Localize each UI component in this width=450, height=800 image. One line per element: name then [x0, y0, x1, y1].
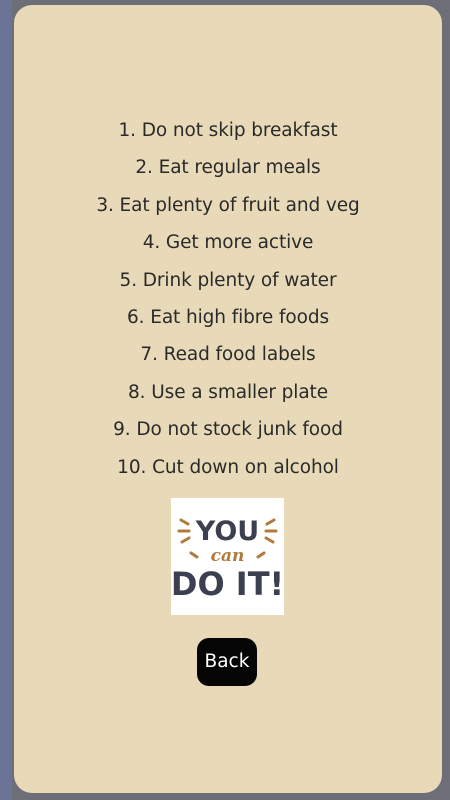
tip-item: 9. Do not stock junk food	[113, 419, 343, 441]
tips-list: 1. Do not skip breakfast 2. Eat regular …	[14, 118, 442, 492]
tip-item: 3. Eat plenty of fruit and veg	[96, 194, 360, 216]
badge-line3: DO IT!	[171, 565, 284, 603]
device-frame: 1. Do not skip breakfast 2. Eat regular …	[0, 0, 450, 800]
tip-item: 2. Eat regular meals	[135, 157, 321, 179]
tip-item: 7. Read food labels	[140, 344, 316, 366]
tip-item: 4. Get more active	[142, 232, 314, 254]
tips-card: 1. Do not skip breakfast 2. Eat regular …	[14, 5, 442, 793]
tip-item: 5. Drink plenty of water	[119, 269, 337, 291]
badge-line1: YOU	[195, 516, 259, 547]
tip-item: 10. Cut down on alcohol	[117, 456, 339, 478]
tip-item: 1. Do not skip breakfast	[118, 120, 338, 141]
tip-item: 8. Use a smaller plate	[128, 381, 328, 403]
you-can-do-it-image: YOU can DO IT!	[171, 498, 284, 615]
back-button[interactable]: Back	[197, 638, 257, 686]
badge-line2: can	[211, 546, 245, 566]
motivation-graphic: YOU can DO IT!	[171, 516, 284, 603]
tip-item: 6. Eat high fibre foods	[127, 306, 329, 328]
